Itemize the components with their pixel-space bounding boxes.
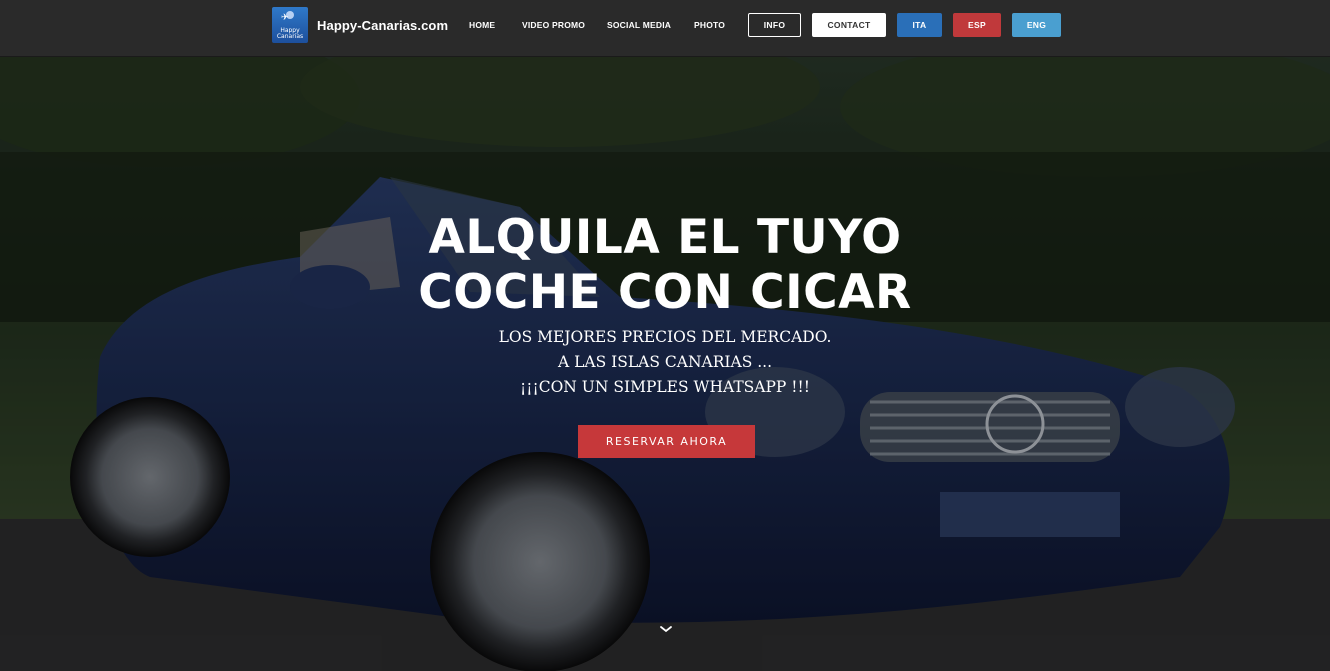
reservar-ahora-button[interactable]: RESERVAR AHORA (578, 425, 755, 458)
navbar: ✈ Happy Canarias Happy-Canarias.com HOME… (0, 0, 1330, 57)
contact-button[interactable]: CONTACT (812, 13, 886, 37)
hero-title-line-2: COCHE CON CICAR (418, 265, 912, 320)
hero-section: ALQUILA EL TUYO COCHE CON CICAR LOS MEJO… (0, 57, 1330, 671)
nav-social-media[interactable]: SOCIAL MEDIA (607, 0, 671, 50)
nav-home[interactable]: HOME (469, 0, 495, 50)
hero-title: ALQUILA EL TUYO COCHE CON CICAR (0, 210, 1330, 320)
lang-eng-button[interactable]: ENG (1012, 13, 1061, 37)
bird-icon: ✈ (281, 12, 289, 22)
lang-ita-button[interactable]: ITA (897, 13, 942, 37)
hero-subtitle: LOS MEJORES PRECIOS DEL MERCADO. A LAS I… (0, 325, 1330, 400)
lang-esp-button[interactable]: ESP (953, 13, 1001, 37)
hero-title-line-1: ALQUILA EL TUYO (428, 210, 902, 265)
chevron-down-icon[interactable] (659, 624, 673, 634)
brand-name[interactable]: Happy-Canarias.com (317, 18, 448, 33)
hero-subtitle-line-3: ¡¡¡CON UN SIMPLES WHATSAPP !!! (520, 378, 810, 396)
hero-subtitle-line-1: LOS MEJORES PRECIOS DEL MERCADO. (498, 328, 832, 346)
logo[interactable]: ✈ Happy Canarias (272, 7, 308, 43)
logo-text-2: Canarias (276, 33, 304, 40)
nav-photo[interactable]: PHOTO (694, 0, 725, 50)
brand[interactable]: ✈ Happy Canarias Happy-Canarias.com (272, 7, 448, 43)
nav-video-promo[interactable]: VIDEO PROMO (522, 0, 585, 50)
hero-subtitle-line-2: A LAS ISLAS CANARIAS ... (557, 353, 773, 371)
info-button[interactable]: INFO (748, 13, 801, 37)
